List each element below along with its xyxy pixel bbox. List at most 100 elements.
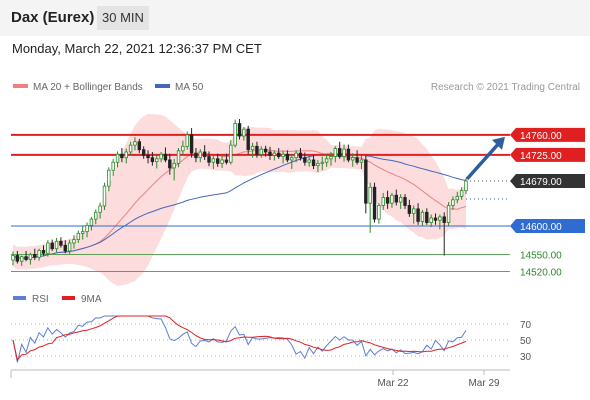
candle-body (155, 158, 159, 163)
candle-body (102, 185, 107, 207)
level-label-pivot: 14600.00 (520, 222, 562, 233)
level-tag-resistance-1: 14725.00 (510, 147, 585, 162)
candle-body (41, 250, 46, 254)
candle-body (141, 149, 146, 156)
candle-body (20, 256, 24, 262)
candle-body (224, 159, 229, 163)
candle-body (15, 255, 20, 262)
candle-body (255, 145, 259, 155)
candle-body (107, 169, 111, 187)
candle-body (115, 153, 120, 163)
candle-body (176, 150, 181, 164)
level-label-support-2: 14520.00 (520, 267, 562, 278)
rsi-line (12, 315, 467, 363)
candle-body (337, 148, 342, 157)
candle-body (346, 148, 351, 161)
rsi-level-label-50: 50 (520, 336, 532, 347)
candle-body (298, 152, 303, 159)
candle-body (377, 205, 381, 220)
candle-body (403, 197, 407, 206)
candle-body (272, 152, 277, 156)
candle-body (46, 242, 50, 254)
candle-body (120, 153, 124, 159)
candle-body (307, 159, 311, 163)
ma20-legend-label: MA 20 + Bollinger Bands (33, 82, 143, 93)
candle-body (324, 158, 329, 163)
rsi-legend-swatch (13, 296, 26, 300)
candle-body (150, 157, 155, 163)
candle-body (76, 232, 81, 241)
candle-body (446, 205, 451, 223)
copyright-text: Research © 2021 Trading Central (431, 82, 580, 93)
candle-body (50, 242, 54, 250)
candle-body (420, 211, 425, 222)
level-tag-resistance-2: 14760.00 (510, 127, 585, 142)
candle-body (407, 205, 412, 214)
candle-body (394, 194, 399, 203)
candle-body (425, 211, 429, 223)
candle-body (281, 153, 285, 157)
candle-body (168, 159, 172, 169)
level-label-resistance-2: 14760.00 (520, 131, 562, 142)
level-label-resistance-1: 14725.00 (520, 151, 562, 162)
rsi-ma-line (12, 315, 467, 362)
rsi-lines (12, 315, 467, 363)
candle-body (111, 161, 115, 171)
level-tag-last-price: 14679.00 (510, 174, 585, 188)
candle-body (85, 224, 89, 233)
candle-body (451, 199, 455, 206)
candle-body (80, 231, 85, 234)
candle-body (189, 134, 194, 154)
candle-body (146, 154, 150, 159)
price-chart: MA 20 + Bollinger Bands MA 50 Research ©… (10, 82, 585, 389)
bollinger-band-layer (13, 114, 466, 286)
candle-body (294, 152, 298, 159)
candle-body (359, 159, 364, 163)
candle-body (381, 197, 385, 206)
rsi-level-label-70: 70 (520, 320, 532, 331)
candle-body (28, 253, 33, 260)
candle-body (246, 128, 250, 151)
candle-body (416, 208, 420, 222)
candle-body (342, 148, 346, 157)
time-axis: Mar 22 Mar 29 (10, 369, 510, 389)
candle-body (433, 217, 438, 221)
candle-body (250, 145, 255, 151)
level-label-support-1: 14550.00 (520, 250, 562, 261)
candle-body (311, 159, 316, 167)
candle-body (276, 152, 281, 157)
candle-body (202, 151, 207, 157)
candle-body (194, 152, 198, 159)
candle-body (351, 157, 355, 161)
rsi-ma-legend-label: 9MA (81, 294, 102, 305)
candle-body (98, 205, 102, 213)
ma50-legend-label: MA 50 (175, 82, 204, 93)
ma50-legend-swatch (155, 84, 170, 88)
rsi-legend: RSI 9MA (13, 294, 102, 305)
candle-body (429, 217, 433, 223)
chart-legend: MA 20 + Bollinger Bands MA 50 Research ©… (13, 82, 580, 93)
candle-body (137, 141, 142, 151)
candle-body (320, 161, 324, 164)
candle-body (133, 141, 137, 146)
candle-body (390, 194, 394, 204)
candle-body (368, 186, 372, 204)
candle-body (124, 151, 128, 159)
candle-body (372, 186, 377, 220)
candle-body (33, 253, 37, 258)
candle-body (464, 180, 468, 192)
candle-body (59, 240, 63, 246)
bollinger-band (13, 114, 466, 286)
candle-body (24, 256, 28, 260)
candle-body (237, 123, 242, 137)
candle-body (94, 211, 98, 220)
candle-body (263, 148, 268, 153)
rsi-legend-label: RSI (32, 294, 49, 305)
candle-body (229, 144, 233, 163)
level-labels-layer: 14760.00 14725.00 14679.00 14600.00 14550.00… (510, 127, 585, 278)
candle-body (285, 153, 290, 161)
candle-body (329, 156, 333, 160)
rsi-ma-legend-swatch (62, 296, 75, 300)
candle-body (72, 239, 76, 244)
candle-body (89, 218, 94, 226)
